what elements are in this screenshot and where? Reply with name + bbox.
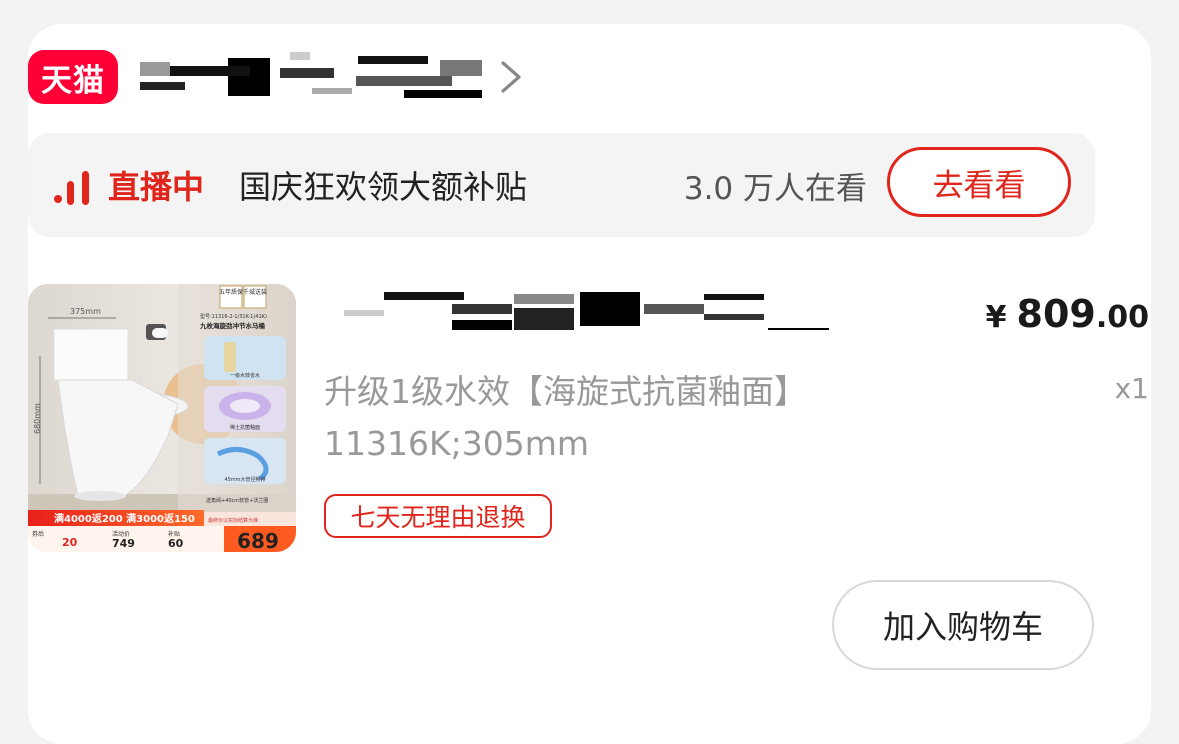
sku-description: 升级1级水效【海旋式抗菌釉面】11316K;305mm: [324, 372, 807, 463]
live-status-label: 直播中: [108, 168, 205, 206]
live-stream-bar[interactable]: 直播中 国庆狂欢领大额补贴 3.0 万人在看 去看看: [28, 133, 1095, 237]
return-policy-tag: 七天无理由退换: [324, 494, 552, 538]
product-name-redacted[interactable]: [324, 290, 829, 330]
p1-label: 券后: [32, 530, 44, 538]
add-to-cart-button[interactable]: 加入购物车: [832, 580, 1094, 670]
viewer-count: 3.0 万人在看: [683, 170, 867, 207]
feature-1: 一级水效省水: [230, 372, 260, 379]
promo-note: 最终价以实际结算为准: [208, 517, 258, 524]
p3-value: 60: [168, 537, 184, 550]
gift-line: 送角阀+40cm软管+法兰圈: [206, 497, 268, 504]
watch-live-button[interactable]: 去看看: [887, 147, 1071, 217]
feature-2: 稀土抗菌釉面: [230, 424, 260, 431]
price-decimal: .00: [1095, 300, 1149, 335]
shop-name-redacted[interactable]: [140, 52, 482, 102]
p1-value: 20: [62, 536, 78, 549]
tag-shipping: 千城送装: [243, 288, 267, 296]
price-integer: 809: [1016, 292, 1096, 336]
dim-height-label: 680mm: [33, 403, 42, 434]
chevron-right-icon[interactable]: [494, 60, 528, 94]
p2-value: 749: [112, 537, 135, 550]
feature-3: 45mm大管径畅排: [224, 476, 265, 483]
quantity: x1: [1114, 372, 1149, 405]
tmall-badge: 天猫: [28, 50, 118, 104]
image-headline: 九枚海旋劲冲节水马桶: [199, 321, 266, 330]
shop-header[interactable]: 天猫: [28, 50, 548, 104]
live-bars-icon: [54, 169, 100, 205]
price-currency: ¥: [985, 300, 1007, 335]
final-price: 689: [237, 529, 279, 552]
product-price: ¥ 809 .00: [986, 292, 1149, 340]
promo-banner: 满4000返200 满3000返150: [54, 512, 195, 525]
product-thumbnail[interactable]: 375mm 680mm 670mm 五年质保 千城送装 型号:11316-2-1…: [28, 284, 296, 552]
dim-width-label: 375mm: [70, 307, 101, 316]
tag-warranty: 五年质保: [219, 288, 243, 296]
model-line: 型号:11316-2-1/31K-1(41K): [200, 313, 267, 320]
live-title: 国庆狂欢领大额补贴: [239, 168, 528, 206]
